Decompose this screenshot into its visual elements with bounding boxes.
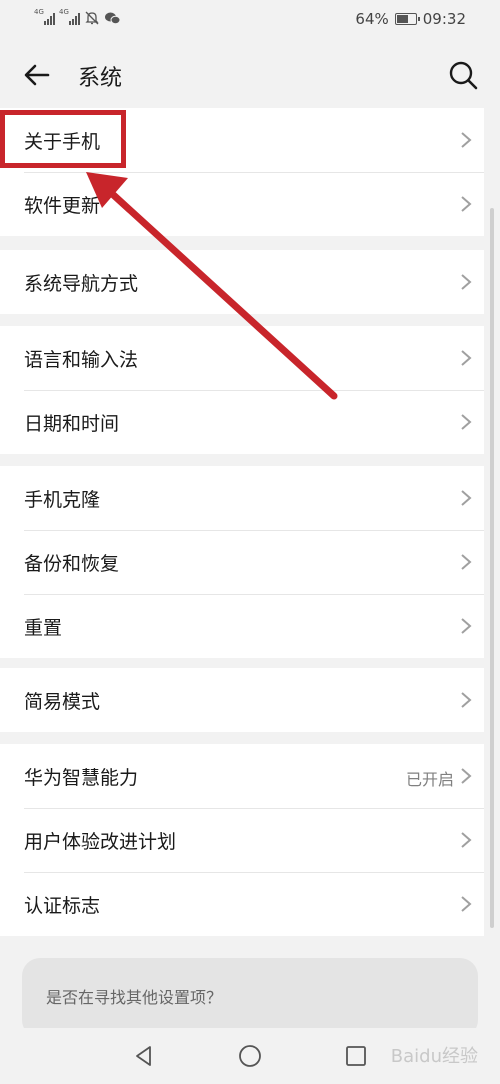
chevron-right-icon xyxy=(461,350,472,366)
nav-home-circle-icon[interactable] xyxy=(238,1044,262,1068)
mute-bell-icon xyxy=(85,11,99,25)
chevron-right-icon xyxy=(461,832,472,848)
settings-item-value: 已开启 xyxy=(405,770,454,789)
settings-item-label: 语言和输入法 xyxy=(24,348,139,371)
status-left: 4G 4G xyxy=(34,8,121,26)
settings-item-label: 重置 xyxy=(24,616,63,639)
settings-item-label: 简易模式 xyxy=(24,690,101,713)
status-right: 64% 09:32 xyxy=(355,10,466,28)
signal-2-icon: 4G xyxy=(59,8,80,25)
chevron-right-icon xyxy=(461,768,472,784)
settings-item-simple-mode[interactable]: 简易模式 xyxy=(0,668,484,732)
settings-item-label: 手机克隆 xyxy=(24,488,101,511)
settings-item-label: 用户体验改进计划 xyxy=(24,830,177,853)
chevron-right-icon xyxy=(461,554,472,570)
other-settings-suggestion[interactable]: 是否在寻找其他设置项？ xyxy=(22,958,478,1038)
settings-item-huawei-ai[interactable]: 华为智慧能力 已开启 xyxy=(0,744,484,808)
chevron-right-icon xyxy=(461,618,472,634)
settings-item-label: 系统导航方式 xyxy=(24,272,139,295)
scrollbar[interactable] xyxy=(490,208,494,928)
nav-back-triangle-icon[interactable] xyxy=(132,1044,156,1068)
settings-group-6: 华为智慧能力 已开启 用户体验改进计划 认证标志 xyxy=(0,744,484,936)
app-bar: 系统 xyxy=(0,40,500,108)
page-title: 系统 xyxy=(78,66,123,91)
back-button[interactable] xyxy=(20,58,54,92)
chevron-right-icon xyxy=(461,274,472,290)
system-nav-bar: Baidu经验 xyxy=(0,1028,500,1084)
settings-item-certification[interactable]: 认证标志 xyxy=(0,872,484,936)
nav-recents-square-icon[interactable] xyxy=(344,1044,368,1068)
settings-group-5: 简易模式 xyxy=(0,668,484,732)
chevron-right-icon xyxy=(461,132,472,148)
signal-1-label: 4G xyxy=(34,8,44,16)
chevron-right-icon xyxy=(461,692,472,708)
settings-group-3: 语言和输入法 日期和时间 xyxy=(0,326,484,454)
status-bar: 4G 4G 64% 09:32 xyxy=(0,0,500,40)
chevron-right-icon xyxy=(461,196,472,212)
settings-item-date-time[interactable]: 日期和时间 xyxy=(0,390,484,454)
settings-item-language-input[interactable]: 语言和输入法 xyxy=(0,326,484,390)
signal-2-label: 4G xyxy=(59,8,69,16)
settings-item-label: 软件更新 xyxy=(24,194,101,217)
suggestion-text: 是否在寻找其他设置项？ xyxy=(46,988,223,1007)
settings-item-reset[interactable]: 重置 xyxy=(0,594,484,658)
battery-icon xyxy=(394,13,420,25)
settings-screen: 4G 4G 64% 09:32 系统 关于手机 软件更新 系统导航方式 语言和输… xyxy=(0,0,500,1084)
battery-percent: 64% xyxy=(355,10,389,28)
settings-item-label: 华为智慧能力 xyxy=(24,766,139,789)
settings-item-backup-restore[interactable]: 备份和恢复 xyxy=(0,530,484,594)
settings-item-user-experience[interactable]: 用户体验改进计划 xyxy=(0,808,484,872)
wechat-icon xyxy=(105,12,121,24)
chevron-right-icon xyxy=(461,896,472,912)
clock: 09:32 xyxy=(422,10,466,28)
back-arrow-icon xyxy=(24,64,50,86)
search-button[interactable] xyxy=(446,58,480,92)
settings-item-label: 备份和恢复 xyxy=(24,552,120,575)
search-icon xyxy=(449,61,478,90)
signal-1-icon: 4G xyxy=(34,8,55,25)
settings-group-2: 系统导航方式 xyxy=(0,250,484,314)
baidu-watermark: Baidu经验 xyxy=(390,1046,478,1067)
chevron-right-icon xyxy=(461,490,472,506)
settings-item-label: 日期和时间 xyxy=(24,412,120,435)
settings-item-navigation[interactable]: 系统导航方式 xyxy=(0,250,484,314)
settings-item-label: 认证标志 xyxy=(24,894,101,917)
settings-item-phone-clone[interactable]: 手机克隆 xyxy=(0,466,484,530)
settings-group-4: 手机克隆 备份和恢复 重置 xyxy=(0,466,484,658)
highlight-box xyxy=(0,110,126,168)
settings-item-software-update[interactable]: 软件更新 xyxy=(0,172,484,236)
chevron-right-icon xyxy=(461,414,472,430)
